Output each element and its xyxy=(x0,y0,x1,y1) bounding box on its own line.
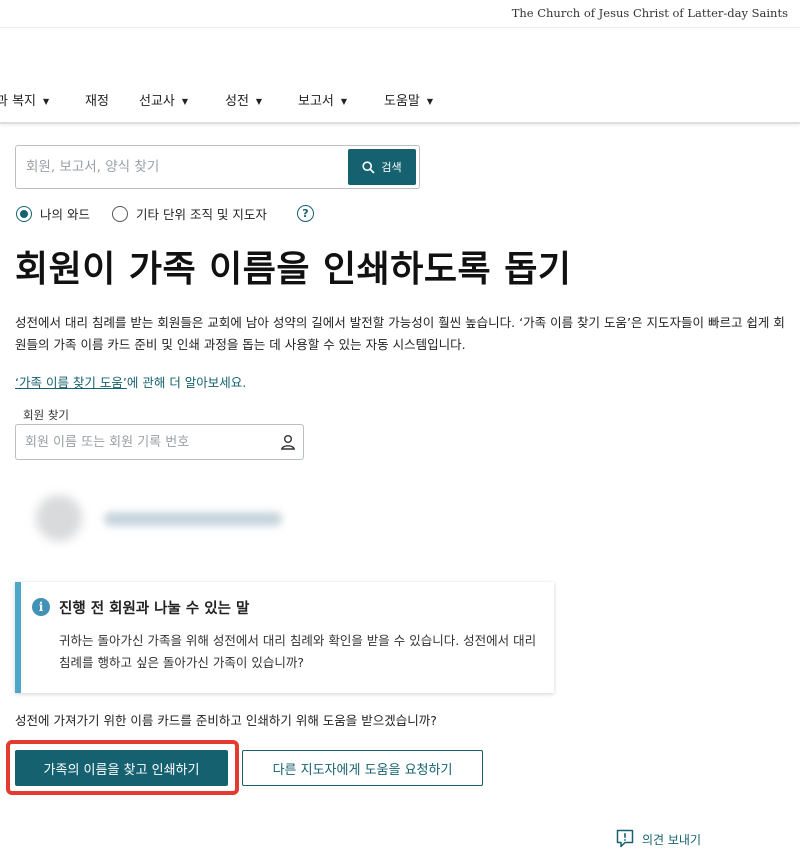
nav-item-label: 과 복지 xyxy=(0,94,37,109)
radio-unselected-icon xyxy=(112,205,128,222)
page-title: 회원이 가족 이름을 인쇄하도록 돕기 xyxy=(15,249,572,290)
chevron-down-icon: ▼ xyxy=(426,97,434,106)
radio-selected-icon xyxy=(16,205,32,222)
search-box: 검색 xyxy=(15,145,420,189)
info-notice: i 진행 전 회원과 나눌 수 있는 말 귀하는 돌아가신 가족을 위해 성전에… xyxy=(15,582,554,693)
nav-item-label: 보고서 xyxy=(298,94,334,109)
nav-item-temple[interactable]: 성전 ▼ xyxy=(225,90,262,109)
nav-item-missionary[interactable]: 선교사 ▼ xyxy=(139,90,188,109)
member-search-input[interactable] xyxy=(16,425,266,459)
nav-item-finance[interactable]: 재정 xyxy=(85,90,109,109)
main-nav: 과 복지 ▼ 재정 선교사 ▼ 성전 ▼ 보고서 ▼ 도움말 ▼ xyxy=(0,76,800,124)
nav-item-label: 선교사 xyxy=(139,94,175,109)
nav-item-label: 재정 xyxy=(85,94,109,109)
nav-item-help[interactable]: 도움말 ▼ xyxy=(384,90,433,109)
radio-label: 기타 단위 조직 및 지도자 xyxy=(136,207,267,222)
feedback-link[interactable]: 의견 보내기 xyxy=(616,829,701,849)
ask-other-leader-button[interactable]: 다른 지도자에게 도움을 요청하기 xyxy=(242,750,483,786)
feedback-icon xyxy=(616,829,634,848)
feedback-label: 의견 보내기 xyxy=(642,832,702,847)
help-question-text: 성전에 가져가기 위한 이름 카드를 준비하고 인쇄하기 위해 도움을 받으겠습… xyxy=(15,713,437,728)
learn-more-text: 에 관해 더 알아보세요. xyxy=(126,375,247,390)
radio-other-units[interactable]: 기타 단위 조직 및 지도자 xyxy=(112,204,267,223)
search-input[interactable] xyxy=(16,146,346,188)
search-button-label: 검색 xyxy=(381,160,402,174)
member-search-label: 회원 찾기 xyxy=(23,408,69,422)
page-description: 성전에서 대리 침례를 받는 회원들은 교회에 남아 성약의 길에서 발전할 가… xyxy=(15,315,785,352)
chevron-down-icon: ▼ xyxy=(43,97,50,106)
nav-item-welfare[interactable]: 과 복지 ▼ xyxy=(0,90,49,109)
nav-item-label: 성전 xyxy=(225,94,249,109)
radio-label: 나의 와드 xyxy=(40,207,90,222)
top-bar: The Church of Jesus Christ of Latter-day… xyxy=(0,0,800,28)
find-and-print-button[interactable]: 가족의 이름을 찾고 인쇄하기 xyxy=(15,750,228,786)
radio-my-ward[interactable]: 나의 와드 xyxy=(16,204,90,223)
notice-title: 진행 전 회원과 나눌 수 있는 말 xyxy=(59,601,250,617)
learn-more-line: ‘가족 이름 찾기 도움’에 관해 더 알아보세요. xyxy=(15,372,246,391)
help-question-icon[interactable]: ? xyxy=(297,205,314,222)
search-icon xyxy=(361,160,375,174)
nav-item-reports[interactable]: 보고서 ▼ xyxy=(298,90,347,109)
chevron-down-icon: ▼ xyxy=(181,97,189,106)
member-name-redacted[interactable] xyxy=(104,512,282,526)
nav-item-label: 도움말 xyxy=(384,94,420,109)
church-brand[interactable]: The Church of Jesus Christ of Latter-day… xyxy=(512,6,788,20)
person-icon xyxy=(280,435,296,450)
learn-more-link[interactable]: ‘가족 이름 찾기 도움’ xyxy=(15,375,127,390)
notice-body: 귀하는 돌아가신 가족을 위해 성전에서 대리 침례와 확인을 받을 수 있습니… xyxy=(59,633,537,670)
member-avatar xyxy=(36,495,82,541)
member-search-box xyxy=(15,424,304,460)
chevron-down-icon: ▼ xyxy=(340,97,348,106)
chevron-down-icon: ▼ xyxy=(255,97,263,106)
search-button[interactable]: 검색 xyxy=(348,149,416,185)
info-icon: i xyxy=(32,598,50,616)
